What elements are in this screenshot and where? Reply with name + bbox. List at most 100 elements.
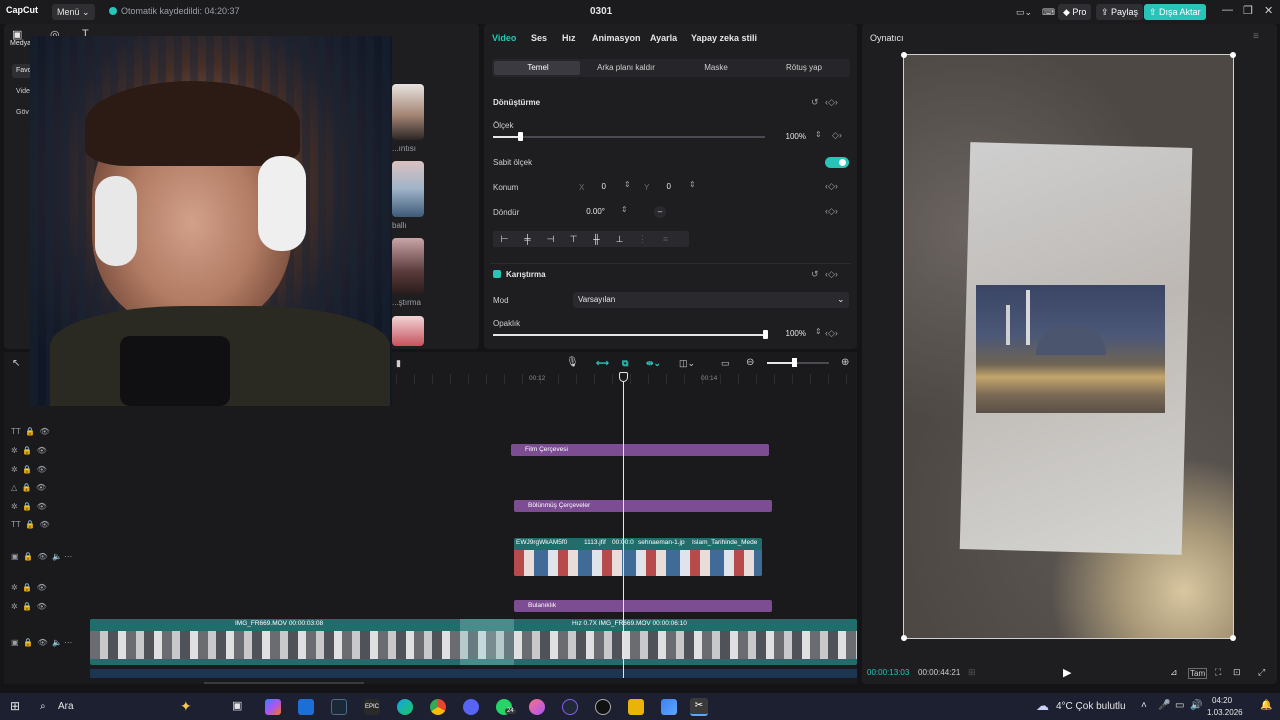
lock-icon[interactable]: 🔒 <box>22 583 32 592</box>
tab-audio[interactable]: Ses <box>531 33 547 43</box>
pos-x-value[interactable]: 0 <box>594 180 606 194</box>
microphone-icon[interactable]: 🎙 <box>566 357 579 368</box>
more-icon[interactable]: ⋯ <box>64 552 72 561</box>
stepper-icon[interactable]: ⇕ <box>621 205 628 214</box>
speaker-icon[interactable]: 🔈 <box>52 552 62 561</box>
tab-video[interactable]: Video <box>492 33 516 43</box>
lock-icon[interactable]: 🔒 <box>22 446 32 455</box>
reset-icon[interactable]: ↺ <box>811 269 819 280</box>
lock-icon[interactable]: 🔒 <box>22 602 32 611</box>
lock-icon[interactable]: 🔒 <box>25 427 35 436</box>
playhead[interactable] <box>623 375 624 678</box>
epic-games-icon[interactable]: EPIC <box>364 699 380 715</box>
eye-icon[interactable]: 👁 <box>37 583 47 592</box>
steam-icon[interactable] <box>331 699 347 715</box>
align-left-icon[interactable]: ⊢ <box>493 231 516 247</box>
minimize-icon[interactable]: — <box>1222 4 1233 16</box>
opacity-value[interactable]: 100% <box>774 327 806 341</box>
subtab-basic[interactable]: Temel <box>494 63 582 72</box>
eye-icon[interactable]: 👁 <box>37 638 47 647</box>
keyframe-icon[interactable]: ‹◇› <box>825 269 838 280</box>
blend-checkbox[interactable] <box>493 270 501 278</box>
video-preview[interactable] <box>901 52 1236 641</box>
zoom-slider-handle[interactable] <box>792 358 797 367</box>
delete-icon[interactable]: ▮ <box>396 358 401 369</box>
play-icon[interactable]: ▶ <box>1063 666 1071 679</box>
fullscreen-icon[interactable]: ⛶ <box>1215 667 1221 678</box>
resize-handle[interactable] <box>901 635 907 641</box>
pos-y-value[interactable]: 0 <box>659 180 671 194</box>
clock-time[interactable]: 04:20 <box>1212 696 1232 705</box>
scale-slider-handle[interactable] <box>518 132 523 141</box>
keyframe-icon[interactable]: ‹◇› <box>825 181 838 192</box>
subtab-retouch[interactable]: Rötuş yap <box>760 63 848 72</box>
grid-icon[interactable]: ⊞ <box>968 667 976 678</box>
shortcuts-icon[interactable]: ⌨ <box>1037 4 1060 20</box>
keyframe-icon[interactable]: ◇› <box>832 130 842 141</box>
maximize-icon[interactable]: ❐ <box>1243 4 1253 17</box>
volume-icon[interactable]: 🔊 <box>1190 700 1202 711</box>
snap-icon[interactable]: ⟷ <box>596 358 609 369</box>
menu-button[interactable]: Menü ⌄ <box>52 4 95 20</box>
capcut-icon[interactable]: ✂ <box>690 698 708 716</box>
eye-icon[interactable]: 👁 <box>37 602 47 611</box>
task-view-icon[interactable]: ▣ <box>232 699 248 715</box>
subtab-remove-bg[interactable]: Arka planı kaldır <box>582 63 670 72</box>
link-icon[interactable]: ⧉ <box>622 358 628 369</box>
lock-icon[interactable]: 🔒 <box>25 520 35 529</box>
weather-text[interactable]: 4°C Çok bulutlu <box>1056 701 1126 712</box>
select-tool-icon[interactable]: ↖ <box>12 358 20 369</box>
rotate-value[interactable]: 0.00° <box>579 205 605 219</box>
eye-icon[interactable]: 👁 <box>37 446 47 455</box>
tab-animation[interactable]: Animasyon <box>592 33 641 43</box>
align-center-h-icon[interactable]: ╪ <box>516 231 539 247</box>
copilot-icon[interactable] <box>265 699 281 715</box>
align-right-icon[interactable]: ⊣ <box>539 231 562 247</box>
eye-icon[interactable]: 👁 <box>37 552 47 561</box>
audio-track[interactable] <box>90 669 857 678</box>
keyframe-icon[interactable]: ‹◇› <box>825 328 838 339</box>
playhead-handle[interactable] <box>619 372 628 382</box>
resize-handle[interactable] <box>1230 52 1236 58</box>
distribute-h-icon[interactable]: ⋮ <box>631 231 654 247</box>
eye-icon[interactable]: 👁 <box>40 427 50 436</box>
edge-icon[interactable] <box>397 699 413 715</box>
clip-blur[interactable]: Bulanıklık <box>514 600 772 612</box>
aspect-icon[interactable]: ⊡ <box>1233 667 1241 678</box>
uniform-scale-toggle[interactable] <box>825 157 849 168</box>
more-icon[interactable]: ⋯ <box>64 638 72 647</box>
lock-icon[interactable]: 🔒 <box>22 465 32 474</box>
resize-handle[interactable] <box>901 52 907 58</box>
eye-icon[interactable]: 👁 <box>37 502 47 511</box>
media-thumbnail[interactable] <box>392 316 424 346</box>
zoom-in-icon[interactable]: ⊕ <box>841 357 849 368</box>
ratio-button[interactable]: Tam <box>1188 668 1208 679</box>
file-explorer-icon[interactable] <box>628 699 644 715</box>
microphone-icon[interactable]: 🎤 <box>1158 700 1170 711</box>
keyframe-icon[interactable]: ‹◇› <box>825 206 838 217</box>
lock-icon[interactable]: 🔒 <box>23 552 33 561</box>
search-label[interactable]: Ara <box>58 701 74 712</box>
media-thumbnail[interactable] <box>392 84 424 140</box>
network-icon[interactable]: ▭ <box>1175 700 1184 711</box>
menu-icon[interactable]: ≡ <box>1253 31 1259 42</box>
search-icon[interactable]: ⌕ <box>40 701 46 712</box>
eye-icon[interactable]: 👁 <box>36 483 46 492</box>
align-bottom-icon[interactable]: ⊥ <box>608 231 631 247</box>
rotate-dial-icon[interactable]: – <box>654 206 666 218</box>
share-button[interactable]: ⇪ Paylaş <box>1096 4 1144 20</box>
layout-icon[interactable]: ▭⌄ <box>1011 4 1037 20</box>
clock-date[interactable]: 1.03.2026 <box>1207 708 1243 717</box>
stepper-icon[interactable]: ⇕ <box>689 180 696 189</box>
close-icon[interactable]: ✕ <box>1264 4 1273 17</box>
stepper-icon[interactable]: ⇕ <box>815 130 822 139</box>
export-button[interactable]: ⇧ Dışa Aktar <box>1144 4 1206 20</box>
photos-icon[interactable] <box>661 699 677 715</box>
media-tab-label[interactable]: Medya <box>10 40 31 47</box>
discord-icon[interactable] <box>463 699 479 715</box>
main-video-clip[interactable]: IMG_FR669.MOV 00:00:03:08 Hız 0.7X IMG_F… <box>90 619 857 665</box>
crop-icon[interactable]: ⊿ <box>1170 667 1178 678</box>
windows-start-icon[interactable]: ⊞ <box>10 699 20 713</box>
subtab-mask[interactable]: Maske <box>672 63 760 72</box>
keyframe-icon[interactable]: ‹◇› <box>825 97 838 108</box>
